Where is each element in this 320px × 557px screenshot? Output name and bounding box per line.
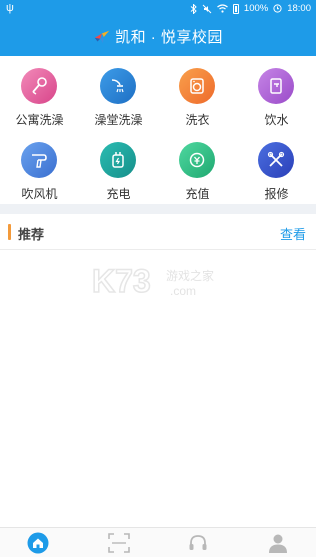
view-more-link[interactable]: 查看 (280, 224, 306, 243)
profile-icon (269, 534, 287, 553)
page-title: 凯和 · 悦享校园 (115, 29, 223, 46)
usb-icon: ψ (6, 2, 14, 14)
section-divider (0, 204, 316, 214)
service-apartment-shower[interactable]: 公寓洗澡 (0, 56, 79, 130)
service-bathhouse-shower[interactable]: 澡堂洗澡 (79, 56, 158, 130)
service-label: 充值 (185, 187, 210, 201)
battery-icon (232, 3, 239, 14)
watermark: K73 游戏之家 .com (90, 262, 230, 302)
alarm-icon (273, 4, 282, 13)
service-hair-dryer[interactable]: 吹风机 (0, 130, 79, 204)
bird-logo-icon (94, 30, 110, 43)
service-recharge[interactable]: 充值 (158, 130, 237, 204)
bottom-tab-bar (0, 527, 316, 557)
service-label: 饮水 (264, 113, 289, 127)
service-drinking-water[interactable]: 饮水 (237, 56, 316, 130)
tab-service[interactable] (186, 532, 210, 554)
scan-icon (108, 533, 130, 553)
k73-watermark-logo: K73 游戏之家 .com (91, 262, 214, 300)
mute-icon (202, 4, 212, 13)
section-accent-bar (8, 224, 11, 240)
service-label: 澡堂洗澡 (94, 113, 143, 127)
shower-head-icon (21, 68, 57, 104)
charging-icon (100, 142, 136, 178)
svg-text:游戏之家: 游戏之家 (166, 268, 214, 283)
tab-scan[interactable] (107, 532, 131, 554)
service-label: 充电 (106, 187, 131, 201)
status-icons: 100% 18:00 (190, 3, 311, 14)
bluetooth-icon (190, 3, 197, 14)
service-label: 公寓洗澡 (15, 113, 64, 127)
home-icon (27, 532, 49, 554)
service-charging[interactable]: 充电 (79, 130, 158, 204)
recharge-coin-icon (179, 142, 215, 178)
tab-profile[interactable] (266, 532, 290, 554)
washing-machine-icon (179, 68, 215, 104)
service-label: 洗衣 (185, 113, 210, 127)
service-grid: 公寓洗澡 澡堂洗澡 洗衣 饮水 吹风机 充电 充值 报修 (0, 56, 316, 204)
recommend-section: 推荐 查看 (0, 214, 316, 250)
svg-text:K73: K73 (92, 263, 151, 299)
water-dispenser-icon (258, 68, 294, 104)
service-label: 报修 (264, 187, 289, 201)
service-laundry[interactable]: 洗衣 (158, 56, 237, 130)
repair-tools-icon (258, 142, 294, 178)
service-repair[interactable]: 报修 (237, 130, 316, 204)
clock-time: 18:00 (287, 3, 311, 14)
service-label: 吹风机 (21, 187, 58, 201)
svg-text:.com: .com (170, 284, 196, 298)
app-header: 凯和 · 悦享校园 (0, 18, 316, 56)
section-title: 推荐 (18, 227, 45, 242)
shower-icon (100, 68, 136, 104)
status-bar: ψ 100% 18:00 (0, 0, 316, 18)
service-headset-icon (189, 535, 207, 550)
battery-percent: 100% (243, 3, 269, 14)
wifi-icon (217, 4, 228, 13)
hair-dryer-icon (21, 142, 57, 178)
tab-home[interactable] (26, 532, 50, 554)
